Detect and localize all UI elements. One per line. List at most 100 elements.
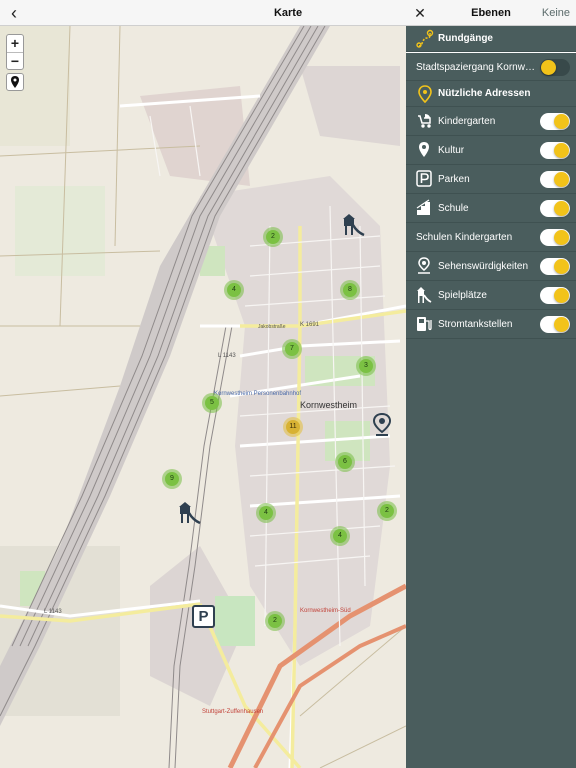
map-cluster[interactable]: 6: [335, 452, 355, 472]
layer-label: Stromtankstellen: [438, 319, 513, 330]
cluster-count: 2: [268, 614, 282, 628]
cluster-count: 11: [286, 420, 300, 434]
map-pin-icon: [418, 85, 432, 104]
sights-icon: [418, 257, 430, 274]
playground-marker[interactable]: [340, 212, 366, 243]
road-label: L 1143: [218, 353, 236, 359]
cluster-count: 4: [259, 506, 273, 520]
layer-toggle[interactable]: [540, 142, 570, 159]
back-button[interactable]: ‹: [4, 3, 24, 23]
locate-button[interactable]: [6, 73, 24, 91]
map-cluster[interactable]: 4: [330, 526, 350, 546]
toggle-knob: [541, 60, 556, 75]
sights-marker[interactable]: [371, 412, 393, 443]
layer-label: Schulen Kindergarten: [416, 232, 513, 243]
location-icon: [419, 142, 429, 157]
toggle-knob: [554, 201, 569, 216]
zoom-control: + −: [6, 34, 24, 70]
layer-row[interactable]: Schule: [406, 194, 576, 223]
layer-label: Schule: [438, 203, 469, 214]
cluster-count: 7: [285, 342, 299, 356]
layers-panel: ✕ Ebenen Keine Rundgänge Stadtspaziergan…: [406, 0, 576, 768]
map-cluster[interactable]: 8: [340, 280, 360, 300]
road-label: L 1143: [44, 609, 62, 615]
toggle-knob: [554, 143, 569, 158]
toggle-knob: [554, 317, 569, 332]
layer-toggle[interactable]: [540, 229, 570, 246]
street-label: Jakobstraße: [258, 324, 286, 330]
layer-label: Stadtspaziergang Kornw…: [416, 62, 535, 73]
chevron-left-icon: ‹: [11, 3, 17, 23]
playground-icon: [343, 214, 365, 237]
layer-toggle[interactable]: [540, 200, 570, 217]
layer-row[interactable]: Stromtankstellen: [406, 310, 576, 339]
select-none-button[interactable]: Keine: [542, 0, 570, 26]
route-icon: [416, 29, 434, 48]
location-pin-icon: [11, 76, 19, 88]
section-useful-addresses: Nützliche Adressen: [406, 81, 576, 107]
ev-charger-icon: [417, 317, 432, 331]
map-cluster[interactable]: 2: [377, 501, 397, 521]
layer-row[interactable]: Schulen Kindergarten: [406, 223, 576, 252]
layer-row[interactable]: Kultur: [406, 136, 576, 165]
stroller-icon: [418, 114, 431, 128]
parking-icon: [416, 170, 432, 187]
layer-toggle[interactable]: [540, 113, 570, 130]
cluster-count: 2: [380, 504, 394, 518]
school-icon: [416, 199, 430, 215]
playground-marker[interactable]: [176, 500, 202, 531]
layer-row[interactable]: Sehenswürdigkeiten: [406, 252, 576, 281]
section-tours: Rundgänge: [406, 26, 576, 52]
zoom-in-button[interactable]: +: [7, 35, 23, 52]
layer-row[interactable]: Spielplätze: [406, 281, 576, 310]
cluster-count: 3: [359, 359, 373, 373]
parking-marker[interactable]: P: [192, 605, 215, 628]
road-label: K 1691: [300, 322, 320, 328]
toggle-knob: [554, 259, 569, 274]
cluster-count: 2: [266, 230, 280, 244]
toggle-knob: [554, 172, 569, 187]
map-cluster[interactable]: 7: [282, 339, 302, 359]
panel-header: ✕ Ebenen Keine: [406, 0, 576, 26]
layer-row[interactable]: Stadtspaziergang Kornw…: [406, 52, 576, 81]
sightseeing-pin-icon: [372, 412, 392, 436]
map-cluster[interactable]: 5: [202, 393, 222, 413]
map-cluster[interactable]: 4: [224, 280, 244, 300]
cluster-count: 6: [338, 455, 352, 469]
cluster-count: 9: [165, 472, 179, 486]
cluster-count: 8: [343, 283, 357, 297]
layer-label: Kindergarten: [438, 116, 496, 127]
station-label: Stuttgart-Zuffenhausen: [202, 709, 264, 715]
layer-label: Spielplätze: [438, 290, 487, 301]
toggle-knob: [554, 114, 569, 129]
zoom-out-button[interactable]: −: [7, 52, 23, 69]
playground-icon: [417, 287, 432, 303]
layer-row[interactable]: Kindergarten: [406, 107, 576, 136]
section-label: Rundgänge: [438, 33, 493, 44]
cluster-count: 5: [205, 396, 219, 410]
station-label: Kornwestheim Personenbahnhof: [214, 391, 302, 397]
map-view[interactable]: Kornwestheim K 1691 L 1143 L 1143 Jakobs…: [0, 26, 406, 768]
layer-toggle[interactable]: [540, 171, 570, 188]
map-cluster[interactable]: 2: [265, 611, 285, 631]
layer-row[interactable]: Parken: [406, 165, 576, 194]
layer-label: Kultur: [438, 145, 465, 156]
layer-toggle[interactable]: [540, 59, 570, 76]
cluster-count: 4: [227, 283, 241, 297]
station-label: Kornwestheim-Süd: [300, 608, 351, 614]
map-cluster[interactable]: 3: [356, 356, 376, 376]
layer-label: Sehenswürdigkeiten: [438, 261, 529, 272]
map-cluster[interactable]: 9: [162, 469, 182, 489]
toggle-knob: [554, 230, 569, 245]
layer-toggle[interactable]: [540, 287, 570, 304]
place-label: Kornwestheim: [300, 400, 358, 410]
cluster-count: 4: [333, 529, 347, 543]
map-cluster[interactable]: 2: [263, 227, 283, 247]
layer-label: Parken: [438, 174, 470, 185]
toggle-knob: [554, 288, 569, 303]
map-cluster[interactable]: 11: [283, 417, 303, 437]
map-cluster[interactable]: 4: [256, 503, 276, 523]
layer-toggle[interactable]: [540, 316, 570, 333]
layer-toggle[interactable]: [540, 258, 570, 275]
section-label: Nützliche Adressen: [438, 88, 531, 99]
